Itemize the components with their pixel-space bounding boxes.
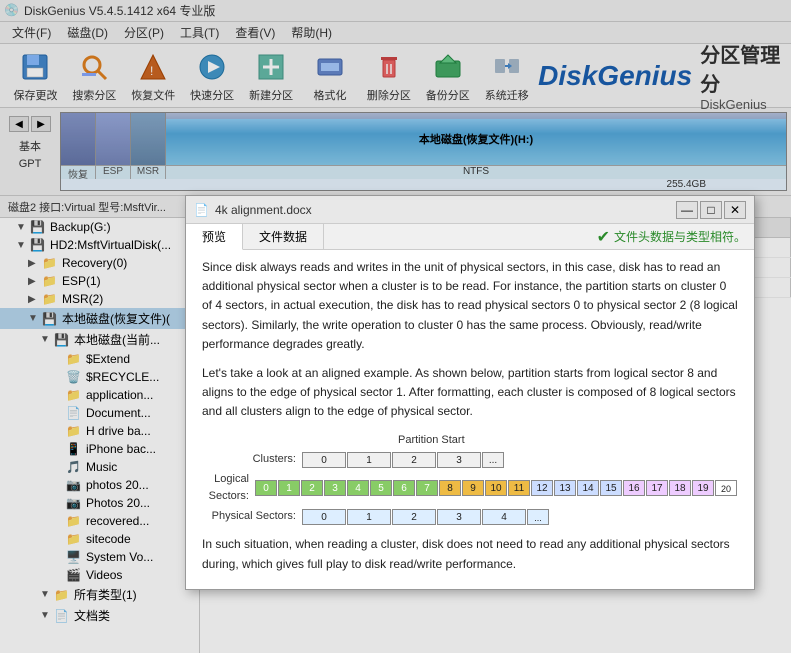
dialog-title-bar: 📄 4k alignment.docx — □ ✕ [186, 196, 754, 224]
partition-start-label: Partition Start [398, 432, 738, 450]
dialog-para3: In such situation, when reading a cluste… [202, 535, 738, 573]
dialog-tabs: 预览 文件数据 ✔ 文件头数据与类型相符。 [186, 224, 754, 250]
dialog-status-text: 文件头数据与类型相符。 [614, 228, 746, 245]
tab-preview[interactable]: 预览 [186, 224, 243, 250]
dialog-file-icon: 📄 [194, 203, 209, 217]
physical-sectors-label: Physical Sectors: [202, 508, 302, 526]
partition-diagram: Partition Start Clusters: 0 1 2 3 ... Lo… [202, 432, 738, 526]
logical-cells: 0 1 2 3 4 5 6 7 8 9 10 11 12 13 [255, 480, 738, 496]
clusters-label: Clusters: [202, 451, 302, 469]
dialog-close-button[interactable]: ✕ [724, 201, 746, 219]
clusters-cells: 0 1 2 3 ... [302, 452, 505, 468]
dialog-content: Since disk always reads and writes in th… [186, 250, 754, 589]
dialog: 📄 4k alignment.docx — □ ✕ 预览 文件数据 ✔ 文件头数… [185, 195, 755, 590]
dialog-para2: Let's take a look at an aligned example.… [202, 364, 738, 422]
dialog-maximize-button[interactable]: □ [700, 201, 722, 219]
logical-sectors-row: Logical Sectors: 0 1 2 3 4 5 6 7 8 9 10 … [202, 471, 738, 506]
tab-filedata[interactable]: 文件数据 [243, 224, 324, 249]
dialog-status: ✔ 文件头数据与类型相符。 [589, 224, 754, 249]
dialog-minimize-button[interactable]: — [676, 201, 698, 219]
dialog-overlay: 📄 4k alignment.docx — □ ✕ 预览 文件数据 ✔ 文件头数… [0, 0, 791, 653]
logical-sectors-label: Logical Sectors: [202, 471, 255, 506]
physical-sectors-row: Physical Sectors: 0 1 2 3 4 ... [202, 508, 738, 526]
clusters-row: Clusters: 0 1 2 3 ... [202, 451, 738, 469]
dialog-para1: Since disk always reads and writes in th… [202, 258, 738, 354]
dialog-title-text: 4k alignment.docx [215, 203, 674, 217]
physical-cells: 0 1 2 3 4 ... [302, 509, 550, 525]
status-check-icon: ✔ [597, 227, 610, 247]
